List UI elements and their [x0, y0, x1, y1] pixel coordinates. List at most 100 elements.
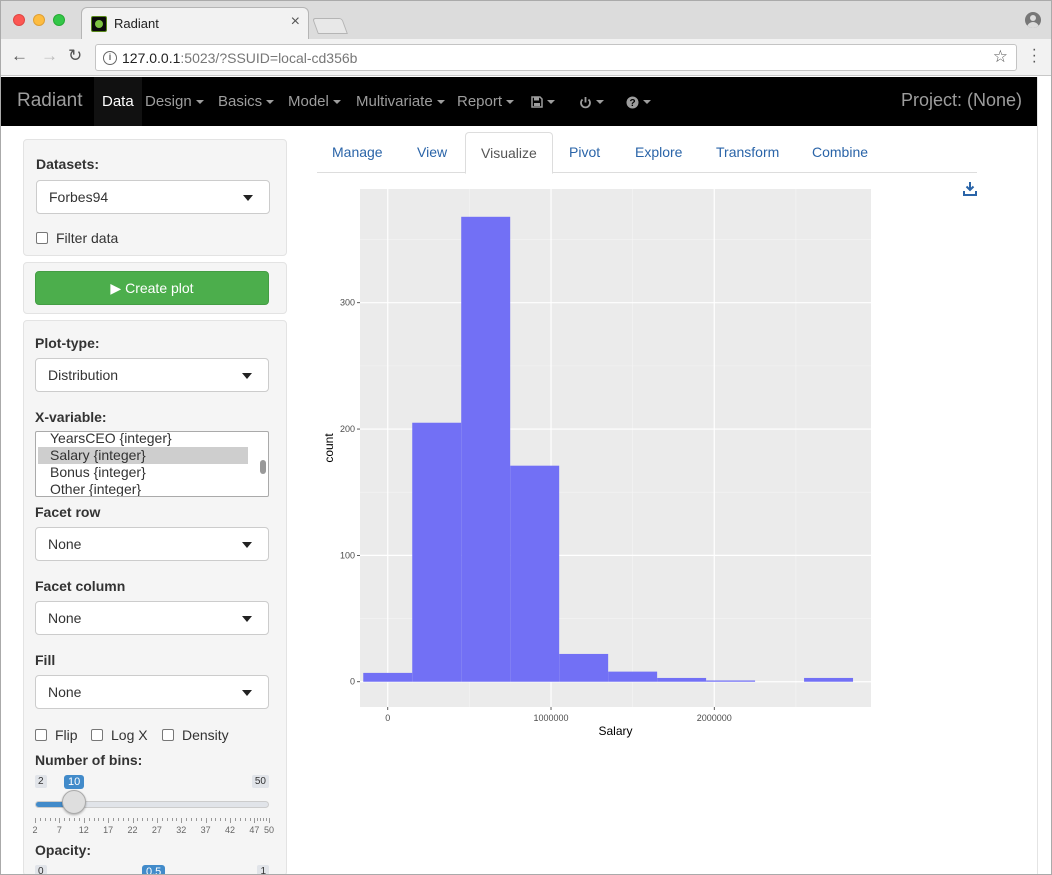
- nav-help[interactable]: ?: [618, 77, 659, 126]
- nav-save[interactable]: [523, 77, 563, 126]
- bins-slider-minor-tick: [166, 818, 168, 821]
- dataset-select[interactable]: Forbes94: [36, 180, 270, 214]
- close-window-button[interactable]: [13, 14, 25, 26]
- facet-column-select[interactable]: None: [35, 601, 269, 635]
- tab-view[interactable]: View: [402, 132, 462, 173]
- xvar-option[interactable]: Bonus {integer}: [38, 464, 248, 481]
- page-scrollbar[interactable]: [1037, 77, 1051, 874]
- bins-slider-tick-label: 32: [176, 825, 187, 835]
- plot-type-select[interactable]: Distribution: [35, 358, 269, 392]
- filter-data-checkbox[interactable]: [36, 232, 48, 244]
- tab-manage[interactable]: Manage: [317, 132, 398, 173]
- bins-slider-handle[interactable]: [62, 790, 86, 814]
- close-tab-icon[interactable]: ×: [291, 13, 300, 31]
- xvar-option[interactable]: Other {integer}: [38, 481, 248, 496]
- download-icon[interactable]: [963, 182, 977, 196]
- tab-explore[interactable]: Explore: [620, 132, 697, 173]
- bins-slider-tick: [205, 818, 207, 823]
- facet-row-select[interactable]: None: [35, 527, 269, 561]
- bins-slider-minor-tick: [195, 818, 197, 821]
- bins-slider-minor-tick: [122, 818, 124, 821]
- minimize-window-button[interactable]: [33, 14, 45, 26]
- info-icon[interactable]: i: [103, 51, 117, 65]
- dataset-value: Forbes94: [49, 189, 109, 205]
- caret-down-icon: [643, 100, 651, 105]
- fill-value: None: [48, 684, 82, 700]
- menu-icon[interactable]: · · ·: [1032, 42, 1037, 70]
- x-variable-label: X-variable:: [35, 409, 107, 425]
- bins-max-label: 50: [251, 775, 269, 788]
- nav-multivariate[interactable]: Multivariate: [348, 77, 453, 126]
- bins-slider-tick: [83, 818, 85, 823]
- histogram-bar: [559, 653, 609, 682]
- reload-icon[interactable]: ↻: [68, 46, 82, 66]
- bins-slider-minor-tick: [69, 818, 71, 821]
- log-x-checkbox[interactable]: [91, 729, 103, 741]
- bins-slider-minor-tick: [98, 818, 100, 821]
- nav-power[interactable]: [571, 77, 612, 126]
- listbox-scrollbar[interactable]: [260, 460, 266, 474]
- app-navbar: Radiant Data Design Basics Model Multiva…: [1, 77, 1037, 126]
- tab-pivot[interactable]: Pivot: [554, 132, 615, 173]
- dataset-panel: Datasets: Forbes94 Filter data: [23, 139, 287, 256]
- nav-report[interactable]: Report: [449, 77, 522, 126]
- browser-tab[interactable]: Radiant ×: [81, 7, 309, 39]
- svg-text:?: ?: [629, 98, 635, 109]
- back-icon[interactable]: ←: [11, 46, 28, 66]
- bins-slider-minor-tick: [127, 818, 129, 821]
- fill-select[interactable]: None: [35, 675, 269, 709]
- flip-checkbox[interactable]: [35, 729, 47, 741]
- plot-type-label: Plot-type:: [35, 335, 100, 351]
- bins-slider-minor-tick: [176, 818, 178, 821]
- profile-icon[interactable]: [1025, 12, 1041, 28]
- star-icon[interactable]: ☆: [993, 47, 1008, 67]
- histogram-chart: 0 100 200 300 0 1000000 2000000 Salary count: [322, 189, 871, 738]
- bins-min-label: 2: [35, 775, 47, 788]
- bins-slider-minor-tick: [249, 818, 251, 821]
- create-plot-button[interactable]: ▶ Create plot: [35, 271, 269, 305]
- new-tab-button[interactable]: [312, 18, 348, 34]
- x-variable-listbox[interactable]: YearsCEO {integer} Salary {integer} Bonu…: [35, 431, 269, 497]
- bins-slider-minor-tick: [142, 818, 144, 821]
- opacity-value-label: 0.5: [142, 865, 166, 874]
- tab-visualize[interactable]: Visualize: [465, 132, 553, 174]
- bins-slider-minor-tick: [225, 818, 227, 821]
- project-label: Project: (None): [900, 90, 1022, 110]
- density-checkbox[interactable]: [162, 729, 174, 741]
- dropdown-arrow-icon: [242, 616, 252, 622]
- caret-down-icon: [332, 100, 341, 105]
- nav-basics[interactable]: Basics: [210, 77, 282, 126]
- bins-slider-tick-label: 42: [224, 825, 236, 835]
- opacity-label: Opacity:: [35, 842, 92, 858]
- bins-slider-minor-tick: [152, 818, 153, 821]
- url-text: 127.0.0.1:5023/?SSUID=local-cd356b: [122, 50, 358, 66]
- nav-model[interactable]: Model: [280, 77, 349, 126]
- y-tick-label: 100: [340, 550, 355, 560]
- bins-slider-tick: [181, 818, 183, 823]
- help-icon: ?: [626, 96, 639, 109]
- forward-icon[interactable]: →: [41, 46, 58, 66]
- y-axis-title: count: [322, 433, 336, 463]
- xvar-option-selected[interactable]: Salary {integer}: [38, 447, 248, 464]
- bins-slider-minor-tick: [88, 818, 90, 821]
- tab-transform[interactable]: Transform: [701, 132, 794, 173]
- caret-down-icon: [596, 100, 604, 105]
- bins-slider-minor-tick: [93, 818, 95, 821]
- bins-slider-minor-tick: [191, 818, 192, 821]
- histogram-bar: [363, 672, 413, 682]
- bins-slider-tick: [230, 818, 231, 823]
- brand-title[interactable]: Radiant: [17, 90, 83, 112]
- nav-data[interactable]: Data: [94, 77, 142, 126]
- bins-value-label: 10: [64, 775, 85, 789]
- dropdown-arrow-icon: [243, 195, 253, 201]
- opacity-min-label: 0: [35, 865, 47, 874]
- nav-design[interactable]: Design: [137, 77, 212, 126]
- tab-combine[interactable]: Combine: [797, 132, 883, 173]
- bins-slider-tick-label: 17: [103, 825, 114, 835]
- address-bar[interactable]: i 127.0.0.1:5023/?SSUID=local-cd356b ☆: [95, 44, 1017, 71]
- sidebar: Datasets: Forbes94 Filter data ▶ Create …: [23, 131, 287, 874]
- maximize-window-button[interactable]: [53, 14, 65, 26]
- bins-slider-tick: [59, 818, 61, 823]
- bins-slider-minor-tick: [117, 818, 119, 821]
- xvar-option[interactable]: YearsCEO {integer}: [38, 432, 248, 447]
